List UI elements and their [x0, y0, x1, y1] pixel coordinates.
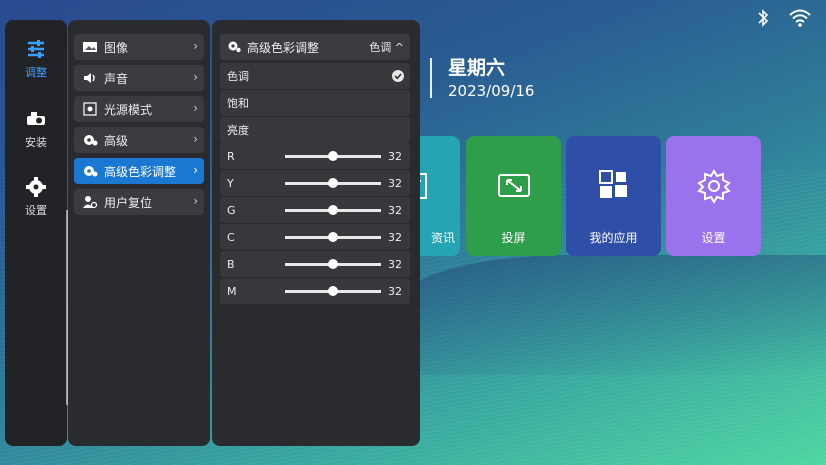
- option-label: 色调: [227, 70, 249, 83]
- advanced-gear-icon: [82, 133, 98, 147]
- slider-y[interactable]: Y 32: [220, 170, 410, 196]
- tile-news-label: 资讯: [430, 231, 455, 245]
- menu-item-label: 光源模式: [104, 102, 153, 117]
- slider-label: Y: [227, 176, 234, 190]
- option-hue[interactable]: 色调: [220, 63, 410, 89]
- tile-my-apps[interactable]: 我的应用: [566, 136, 661, 256]
- sidebar-item-install[interactable]: 安装: [5, 108, 67, 150]
- menu-item-sound[interactable]: 声音 ›: [74, 65, 204, 91]
- color-gear-icon: [82, 164, 98, 178]
- slider-label: B: [227, 257, 235, 271]
- menu-item-image[interactable]: 图像 ›: [74, 34, 204, 60]
- slider-label: C: [227, 230, 235, 244]
- image-icon: [82, 40, 98, 54]
- slider-label: G: [227, 203, 236, 217]
- tile-my-apps-label: 我的应用: [589, 231, 638, 245]
- slider-track[interactable]: [285, 205, 381, 215]
- screen-cast-icon: [494, 166, 534, 206]
- chevron-right-icon: ›: [193, 39, 198, 53]
- slider-value: 32: [388, 257, 402, 271]
- tile-settings[interactable]: 设置: [666, 136, 761, 256]
- panel-title: 高级色彩调整: [247, 40, 320, 55]
- sidebar-item-label: 安装: [25, 136, 47, 149]
- sidebar-panel: 调整 安装 设置: [5, 20, 67, 446]
- status-bar: [752, 8, 811, 28]
- option-label: 亮度: [227, 124, 249, 137]
- menu-item-label: 高级: [104, 133, 129, 148]
- slider-label: R: [227, 149, 235, 163]
- slider-value: 32: [388, 176, 402, 190]
- date-text: 2023/09/16: [448, 82, 535, 100]
- menu-item-label: 声音: [104, 71, 129, 86]
- menu-item-label: 高级色彩调整: [104, 164, 177, 179]
- chevron-right-icon: ›: [193, 132, 198, 146]
- slider-knob[interactable]: [328, 286, 338, 296]
- color-gear-icon: [227, 40, 241, 54]
- slider-label: M: [227, 284, 237, 298]
- color-mode-select[interactable]: 色调 ^: [369, 39, 404, 55]
- slider-r[interactable]: R 32: [220, 143, 410, 169]
- sliders-icon: [25, 38, 47, 60]
- wifi-icon: [788, 8, 811, 28]
- color-adjust-panel: 高级色彩调整 色调 ^ 色调 饱和 亮度 R 32 Y 32 G 32 C 32…: [212, 20, 420, 446]
- slider-m[interactable]: M 32: [220, 278, 410, 304]
- chevron-right-icon: ›: [193, 70, 198, 84]
- slider-knob[interactable]: [328, 205, 338, 215]
- chevron-right-icon: ›: [193, 194, 198, 208]
- user-reset-icon: [82, 195, 98, 209]
- check-icon: [392, 70, 404, 82]
- slider-knob[interactable]: [328, 259, 338, 269]
- slider-b[interactable]: B 32: [220, 251, 410, 277]
- slider-knob[interactable]: [328, 232, 338, 242]
- menu-item-user-reset[interactable]: 用户复位 ›: [74, 189, 204, 215]
- speaker-icon: [82, 71, 98, 85]
- slider-track[interactable]: [285, 151, 381, 161]
- chevron-right-icon: ›: [193, 101, 198, 115]
- menu-item-advanced[interactable]: 高级 ›: [74, 127, 204, 153]
- option-saturation[interactable]: 饱和: [220, 90, 410, 116]
- menu-item-light-source[interactable]: 光源模式 ›: [74, 96, 204, 122]
- chevron-up-icon: ^: [394, 41, 404, 54]
- sidebar-item-label: 调整: [25, 66, 47, 79]
- slider-g[interactable]: G 32: [220, 197, 410, 223]
- sidebar-item-label: 设置: [25, 204, 47, 217]
- menu-item-advanced-color[interactable]: 高级色彩调整 ›: [74, 158, 204, 184]
- slider-c[interactable]: C 32: [220, 224, 410, 250]
- slider-knob[interactable]: [328, 178, 338, 188]
- weekday-text: 星期六: [448, 57, 506, 79]
- chevron-right-icon: ›: [193, 163, 198, 177]
- gear-icon: [694, 166, 734, 206]
- slider-track[interactable]: [285, 259, 381, 269]
- bluetooth-icon: [752, 8, 774, 28]
- background-wave-band: [400, 255, 826, 375]
- slider-track[interactable]: [285, 286, 381, 296]
- projector-icon: [25, 108, 47, 130]
- tile-screen-cast[interactable]: 投屏: [466, 136, 561, 256]
- color-adjust-header[interactable]: 高级色彩调整 色调 ^: [220, 34, 410, 60]
- date-display: 星期六 2023/09/16: [430, 57, 535, 100]
- color-mode-value: 色调: [369, 41, 392, 54]
- tile-settings-label: 设置: [701, 231, 726, 245]
- menu-item-label: 图像: [104, 40, 129, 55]
- tile-screen-cast-label: 投屏: [501, 231, 526, 245]
- brightness-icon: [82, 102, 98, 116]
- slider-track[interactable]: [285, 178, 381, 188]
- gear-icon: [25, 176, 47, 198]
- slider-track[interactable]: [285, 232, 381, 242]
- option-label: 饱和: [227, 97, 249, 110]
- sidebar-item-settings[interactable]: 设置: [5, 176, 67, 218]
- slider-value: 32: [388, 149, 402, 163]
- sidebar-item-adjust[interactable]: 调整: [5, 38, 67, 80]
- slider-knob[interactable]: [328, 151, 338, 161]
- submenu-panel: 图像 › 声音 › 光源模式 › 高级 › 高级色彩调整 › 用户复位 ›: [68, 20, 210, 446]
- slider-value: 32: [388, 284, 402, 298]
- apps-grid-icon: [594, 166, 634, 206]
- option-brightness[interactable]: 亮度: [220, 117, 410, 143]
- slider-value: 32: [388, 230, 402, 244]
- slider-value: 32: [388, 203, 402, 217]
- menu-item-label: 用户复位: [104, 195, 153, 210]
